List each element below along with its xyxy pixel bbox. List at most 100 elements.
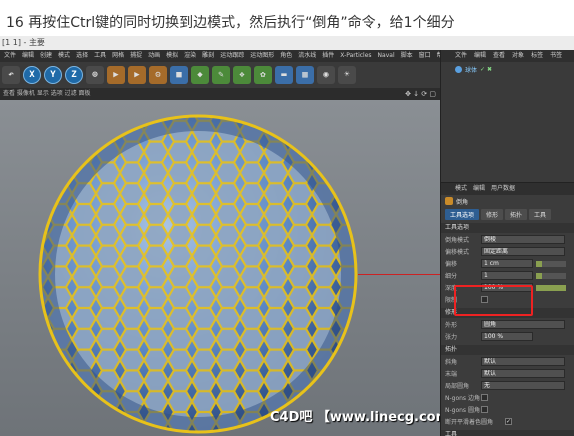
- viewport-menu[interactable]: 查看 摄像机 显示 选项 过滤 面板: [3, 90, 91, 97]
- bevel-mode-row: 倒角模式 倒棱: [441, 234, 574, 245]
- om-menu-item[interactable]: 标签: [531, 50, 543, 62]
- environment-icon[interactable]: ▦: [296, 66, 314, 84]
- y-axis-lock-button[interactable]: Y: [44, 66, 62, 84]
- menu-item[interactable]: 文件: [4, 50, 16, 62]
- sphere-mesh[interactable]: [0, 100, 440, 436]
- viewport-nav-icons[interactable]: ✥ ↓ ⟳ ▢: [405, 88, 436, 100]
- ngon-round-checkbox[interactable]: [481, 406, 488, 413]
- visibility-icon[interactable]: ✓ ✖: [480, 66, 492, 73]
- subdivision-slider[interactable]: [536, 272, 566, 279]
- offset-field[interactable]: 1 cm: [481, 259, 533, 268]
- menu-item[interactable]: 编辑: [22, 50, 34, 62]
- offset-slider[interactable]: [536, 260, 566, 267]
- window-title: [1 1] - 主要: [0, 36, 574, 50]
- break-smooth-checkbox[interactable]: ✓: [505, 418, 512, 425]
- miter-label: 斜角: [445, 359, 458, 366]
- section-tool-options[interactable]: 工具选项: [441, 223, 574, 233]
- offset-mode-row: 偏移模式 固定距离: [441, 246, 574, 257]
- attr-menu-item[interactable]: 模式: [455, 183, 467, 195]
- coordinate-system-icon[interactable]: ⊕: [86, 66, 104, 84]
- menu-item[interactable]: 创建: [40, 50, 52, 62]
- bevel-tool-icon: [445, 197, 453, 205]
- shape-label: 外形: [445, 322, 458, 329]
- offset-mode-dropdown[interactable]: 固定距离: [481, 247, 565, 256]
- spline-icon[interactable]: ✎: [212, 66, 230, 84]
- om-menu-item[interactable]: 查看: [493, 50, 505, 62]
- menu-item[interactable]: 动画: [148, 50, 160, 62]
- undo-icon[interactable]: ↶: [2, 66, 20, 84]
- ngon-round-label: N-gons 圆角: [445, 407, 480, 414]
- menu-item[interactable]: 运动图形: [250, 50, 274, 62]
- section-tool[interactable]: 工具: [441, 430, 574, 436]
- object-manager-menu: 文件 编辑 查看 对象 标签 书签: [441, 50, 574, 62]
- light-icon[interactable]: ☀: [338, 66, 356, 84]
- partial-rounding-dropdown[interactable]: 无: [481, 381, 565, 390]
- attr-menu-item[interactable]: 用户数据: [491, 183, 515, 195]
- main-toolbar: ↶ X Y Z ⊕ ▶ ▶ ⚙ ■ ◆ ✎ ❖ ✿ ▬ ▦ ◉ ☀: [0, 62, 440, 88]
- subdivision-icon[interactable]: ◆: [191, 66, 209, 84]
- ngon-corner-row: N-gons 边角: [441, 392, 574, 403]
- menu-item[interactable]: 模拟: [166, 50, 178, 62]
- subdivision-row: 细分 1: [441, 270, 574, 281]
- x-axis-lock-button[interactable]: X: [23, 66, 41, 84]
- 3d-viewport[interactable]: [0, 100, 440, 436]
- z-axis-lock-button[interactable]: Z: [65, 66, 83, 84]
- shape-dropdown[interactable]: 圆角: [481, 320, 565, 329]
- bevel-mode-dropdown[interactable]: 倒棱: [481, 235, 565, 244]
- menu-item[interactable]: 工具: [94, 50, 106, 62]
- ngon-round-row: N-gons 圆角: [441, 404, 574, 415]
- tab-shaping[interactable]: 修形: [481, 209, 504, 220]
- render-settings-icon[interactable]: ⚙: [149, 66, 167, 84]
- subdivision-label: 细分: [445, 273, 458, 280]
- offset-row: 偏移 1 cm: [441, 258, 574, 269]
- om-menu-item[interactable]: 对象: [512, 50, 524, 62]
- tab-tool[interactable]: 工具: [529, 209, 552, 220]
- ngon-corner-checkbox[interactable]: [481, 394, 488, 401]
- partial-rounding-row: 局部圆角 无: [441, 380, 574, 391]
- menu-item[interactable]: 捕捉: [130, 50, 142, 62]
- subdivision-field[interactable]: 1: [481, 271, 533, 280]
- ngon-corner-label: N-gons 边角: [445, 395, 480, 402]
- menu-item[interactable]: Naval: [378, 50, 395, 62]
- menu-item[interactable]: 模式: [58, 50, 70, 62]
- menu-item[interactable]: 窗口: [419, 50, 431, 62]
- tension-field[interactable]: 100 %: [481, 332, 533, 341]
- depth-slider[interactable]: [536, 284, 566, 291]
- section-topology[interactable]: 拓扑: [441, 345, 574, 355]
- render-picture-viewer-icon[interactable]: ▶: [128, 66, 146, 84]
- camera-icon[interactable]: ◉: [317, 66, 335, 84]
- offset-label: 偏移: [445, 261, 458, 268]
- render-view-icon[interactable]: ▶: [107, 66, 125, 84]
- floor-icon[interactable]: ▬: [275, 66, 293, 84]
- menu-item[interactable]: 渲染: [184, 50, 196, 62]
- om-menu-item[interactable]: 编辑: [474, 50, 486, 62]
- array-icon[interactable]: ❖: [233, 66, 251, 84]
- om-menu-item[interactable]: 文件: [455, 50, 467, 62]
- cube-primitive-icon[interactable]: ■: [170, 66, 188, 84]
- object-name: 球体: [465, 67, 478, 74]
- attribute-tabs: 工具选项 修形 拓扑 工具: [441, 209, 574, 220]
- main-menubar: 文件 编辑 创建 模式 选择 工具 网格 捕捉 动画 模拟 渲染 雕刻 运动跟踪…: [0, 50, 449, 62]
- tab-topology[interactable]: 拓扑: [505, 209, 528, 220]
- menu-item[interactable]: 雕刻: [202, 50, 214, 62]
- end-dropdown[interactable]: 默认: [481, 369, 565, 378]
- attr-menu-item[interactable]: 编辑: [473, 183, 485, 195]
- highlight-box: [454, 285, 533, 316]
- object-row-sphere[interactable]: 球体 ✓ ✖: [441, 64, 574, 75]
- menu-item[interactable]: 选择: [76, 50, 88, 62]
- tab-tool-options[interactable]: 工具选项: [445, 209, 480, 220]
- menu-item[interactable]: 插件: [322, 50, 334, 62]
- menu-item[interactable]: 运动跟踪: [220, 50, 244, 62]
- miter-dropdown[interactable]: 默认: [481, 357, 565, 366]
- menu-item[interactable]: 流水线: [298, 50, 316, 62]
- deformer-icon[interactable]: ✿: [254, 66, 272, 84]
- menu-item[interactable]: 网格: [112, 50, 124, 62]
- menu-item[interactable]: 脚本: [401, 50, 413, 62]
- bevel-mode-label: 倒角模式: [445, 237, 470, 244]
- menu-item[interactable]: X-Particles: [340, 50, 371, 62]
- tension-row: 张力 100 %: [441, 331, 574, 342]
- om-menu-item[interactable]: 书签: [550, 50, 562, 62]
- menu-item[interactable]: 角色: [280, 50, 292, 62]
- break-smooth-row: 断开平滑着色圆角 ✓: [441, 416, 574, 427]
- object-manager: 文件 编辑 查看 对象 标签 书签 球体 ✓ ✖: [440, 50, 574, 196]
